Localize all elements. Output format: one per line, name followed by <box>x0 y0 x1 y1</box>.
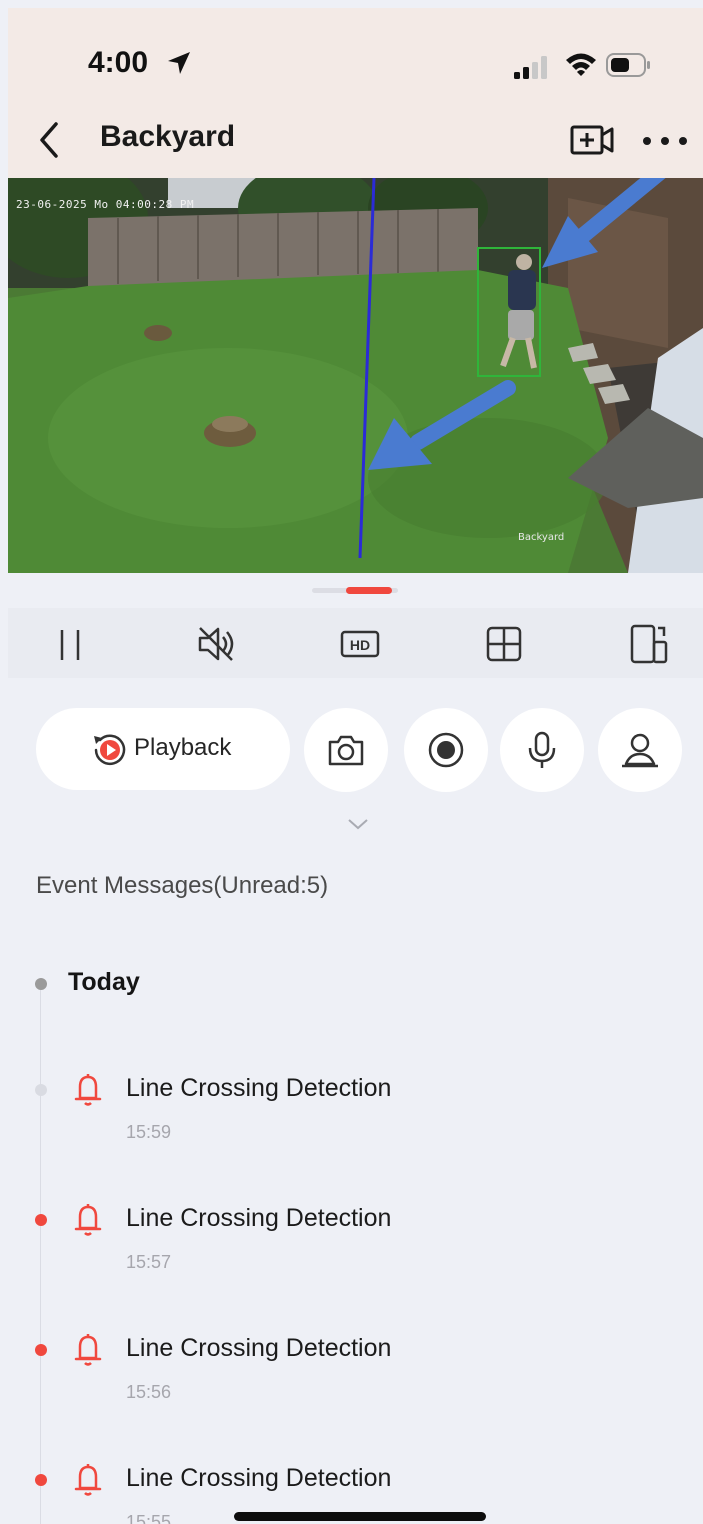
pause-icon[interactable] <box>48 622 92 666</box>
event-time: 15:56 <box>126 1382 172 1402</box>
rotate-screen-icon[interactable] <box>626 622 670 666</box>
timeline-group-label: Today <box>68 968 140 996</box>
svg-text:HD: HD <box>350 637 370 653</box>
live-video-feed[interactable]: 23-06-2025 Mo 04:00:28 PM Backyard <box>8 178 703 573</box>
ptz-button[interactable] <box>598 708 682 792</box>
snapshot-camera-icon <box>328 735 364 766</box>
microphone-icon <box>528 731 556 768</box>
hd-icon[interactable]: HD <box>338 622 382 666</box>
status-bar: 4:00 <box>8 8 703 108</box>
home-indicator[interactable] <box>234 1512 486 1521</box>
video-scene <box>8 178 703 573</box>
snapshot-button[interactable] <box>304 708 388 792</box>
video-camera-label: Backyard <box>518 532 565 543</box>
bell-icon <box>74 1464 102 1496</box>
video-timestamp-overlay: 23-06-2025 Mo 04:00:28 PM <box>16 198 195 211</box>
chevron-down-icon[interactable] <box>346 816 370 832</box>
playback-button[interactable]: Playback <box>36 708 290 790</box>
bell-icon <box>74 1334 102 1366</box>
playback-icon <box>94 734 126 766</box>
event-row[interactable]: Line Crossing Detection 15:57 <box>0 1196 703 1296</box>
event-title: Line Crossing Detection <box>126 1464 392 1492</box>
mute-icon[interactable] <box>194 622 238 666</box>
wifi-icon <box>566 53 596 76</box>
player-control-bar: HD <box>8 608 703 678</box>
status-time: 4:00 <box>88 46 149 79</box>
event-messages-title: Event Messages(Unread:5) <box>36 872 329 899</box>
unread-dot <box>35 1344 47 1356</box>
back-chevron-icon[interactable] <box>34 120 66 160</box>
app-screen: 4:00 Backyard 23-06-2025 Mo 04:00:28 PM … <box>0 0 703 1524</box>
unread-dot <box>35 1214 47 1226</box>
event-title: Line Crossing Detection <box>126 1074 392 1102</box>
page-indicator-active[interactable] <box>346 587 392 594</box>
battery-icon <box>606 53 650 77</box>
event-time: 15:55 <box>126 1512 172 1524</box>
nav-bar: Backyard <box>8 108 703 178</box>
playback-label: Playback <box>134 734 232 761</box>
more-dots-icon[interactable] <box>640 134 690 148</box>
cellular-signal-icon <box>514 56 547 79</box>
event-time: 15:57 <box>126 1252 172 1272</box>
grid-view-icon[interactable] <box>482 622 526 666</box>
add-camera-icon[interactable] <box>568 122 616 158</box>
talk-button[interactable] <box>500 708 584 792</box>
header: 4:00 Backyard <box>8 8 703 178</box>
page-title: Backyard <box>100 120 236 153</box>
record-button[interactable] <box>404 708 488 792</box>
event-title: Line Crossing Detection <box>126 1204 392 1232</box>
event-time: 15:59 <box>126 1122 172 1142</box>
location-arrow-icon <box>168 52 190 74</box>
read-dot <box>35 1084 47 1096</box>
ptz-person-icon <box>622 733 658 768</box>
bell-icon <box>74 1074 102 1106</box>
bell-icon <box>74 1204 102 1236</box>
event-row[interactable]: Line Crossing Detection 15:59 <box>0 1066 703 1166</box>
timeline-group-dot <box>35 978 47 990</box>
unread-dot <box>35 1474 47 1486</box>
event-title: Line Crossing Detection <box>126 1334 392 1362</box>
event-row[interactable]: Line Crossing Detection 15:56 <box>0 1326 703 1426</box>
record-icon <box>428 732 464 768</box>
